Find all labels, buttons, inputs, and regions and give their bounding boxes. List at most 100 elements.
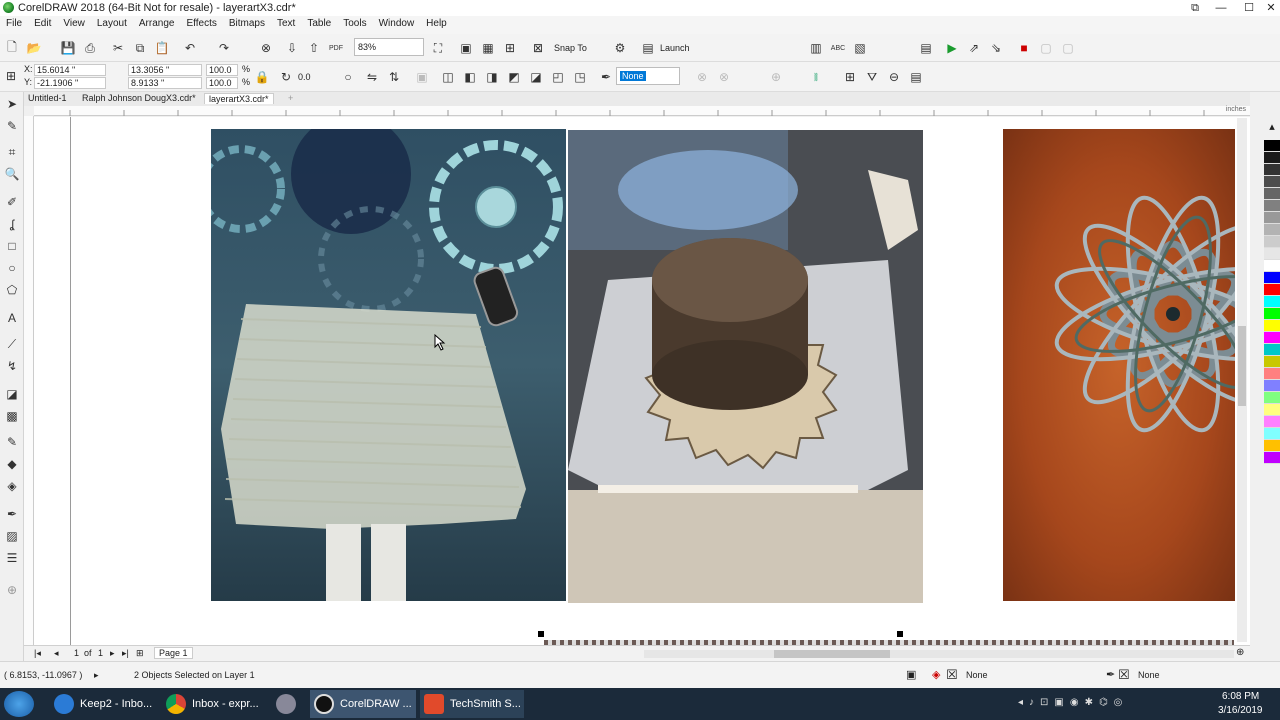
color-swatch[interactable] [1264, 392, 1280, 404]
menu-file[interactable]: File [0, 16, 28, 31]
intersect-icon[interactable]: ◨ [484, 69, 500, 85]
first-page-icon[interactable]: |◂ [34, 648, 41, 659]
color-swatch[interactable] [1264, 272, 1280, 284]
text-tool-icon[interactable]: A [4, 310, 20, 326]
color-swatch[interactable] [1264, 212, 1280, 224]
close-button[interactable]: ✕ [1260, 0, 1280, 16]
snap-to-dropdown[interactable]: Snap To [554, 43, 587, 53]
zoom-level-select[interactable]: 83% [354, 38, 424, 56]
color-swatch[interactable] [1264, 260, 1280, 272]
grid-icon[interactable]: ▦ [480, 40, 496, 56]
color-swatch[interactable] [1264, 440, 1280, 452]
system-tray-icons[interactable]: ◂♪⊡▣◉✱⌬◎ [1018, 697, 1198, 711]
stop-macro-icon[interactable]: ■ [1016, 40, 1032, 56]
color-swatch[interactable] [1264, 224, 1280, 236]
y-position-field[interactable]: -21.1906 " [34, 77, 106, 89]
menu-text[interactable]: Text [271, 16, 301, 31]
simplify-icon[interactable]: ◩ [506, 69, 522, 85]
launch-dropdown[interactable]: Launch [660, 43, 690, 53]
color-swatch[interactable] [1264, 200, 1280, 212]
wrap-text-icon[interactable]: ⧚ [808, 69, 824, 85]
tab-layerartx3[interactable]: layerartX3.cdr* [204, 93, 274, 104]
outline-indicator-icon[interactable]: ✒ [1106, 668, 1115, 681]
photo-finished-layer-art[interactable] [1003, 129, 1235, 601]
vertical-scrollbar[interactable] [1237, 118, 1247, 642]
mirror-vertical-icon[interactable]: ⇅ [386, 69, 402, 85]
selection-handle[interactable] [538, 631, 544, 637]
lock-object-icon[interactable]: ⊖ [886, 69, 902, 85]
export-icon[interactable]: ⇧ [306, 40, 322, 56]
origin-icon[interactable]: ○ [340, 69, 356, 85]
menu-edit[interactable]: Edit [28, 16, 57, 31]
copy-icon[interactable]: ⧉ [132, 40, 148, 56]
print-icon[interactable]: ⎙ [82, 40, 98, 56]
color-swatch[interactable] [1264, 140, 1280, 152]
taskbar-item-app[interactable] [272, 690, 306, 718]
menu-arrange[interactable]: Arrange [133, 16, 181, 31]
color-swatch[interactable] [1264, 380, 1280, 392]
macro-step-icon[interactable]: ⇘ [988, 40, 1004, 56]
undo-icon[interactable]: ↶ [182, 40, 198, 56]
menu-table[interactable]: Table [301, 16, 337, 31]
artistic-media-tool-icon[interactable]: ʆ [4, 216, 20, 232]
smart-fill-icon[interactable]: ◈ [4, 478, 20, 494]
prev-page-icon[interactable]: ◂ [54, 648, 59, 659]
tab-untitled-1[interactable]: Untitled-1 [24, 93, 71, 103]
color-swatch[interactable] [1264, 296, 1280, 308]
weld-icon[interactable]: ◫ [440, 69, 456, 85]
color-swatch[interactable] [1264, 152, 1280, 164]
width-field[interactable]: 13.3056 " [128, 64, 202, 76]
spell-check-icon[interactable]: ABC [830, 40, 846, 56]
object-properties-icon[interactable]: ▤ [908, 69, 924, 85]
color-swatch[interactable] [1264, 248, 1280, 260]
start-button[interactable] [4, 691, 34, 717]
barcode-icon[interactable]: ▥ [808, 40, 824, 56]
outline-width-select[interactable]: None [616, 67, 680, 85]
vertical-ruler[interactable] [24, 116, 34, 648]
color-swatch[interactable] [1264, 284, 1280, 296]
create-boundary-icon[interactable]: ◳ [572, 69, 588, 85]
horizontal-scroll-thumb[interactable] [774, 650, 890, 658]
menu-window[interactable]: Window [373, 16, 421, 31]
palette-swatches[interactable] [1264, 140, 1280, 464]
color-swatch[interactable] [1264, 188, 1280, 200]
color-swatch[interactable] [1264, 344, 1280, 356]
mirror-horizontal-icon[interactable]: ⇋ [364, 69, 380, 85]
ellipse-tool-icon[interactable]: ○ [4, 260, 20, 276]
maximize-button[interactable]: ☐ [1238, 0, 1260, 16]
menu-layout[interactable]: Layout [91, 16, 133, 31]
outline-pen-icon[interactable]: ✒ [598, 69, 614, 85]
color-swatch[interactable] [1264, 236, 1280, 248]
add-page-icon[interactable]: ⊞ [136, 648, 144, 659]
color-swatch[interactable] [1264, 368, 1280, 380]
align-tool-icon[interactable]: ☰ [4, 550, 20, 566]
pick-tool-icon[interactable]: ➤ [4, 96, 20, 112]
polygon-tool-icon[interactable]: ⬠ [4, 282, 20, 298]
outline-pen-tool-icon[interactable]: ✒ [4, 506, 20, 522]
taskbar-item-keep2[interactable]: Keep2 - Inbo... [50, 690, 158, 718]
open-icon[interactable]: 📂 [26, 40, 42, 56]
color-swatch[interactable] [1264, 428, 1280, 440]
snap-icon[interactable]: ⊠ [530, 40, 546, 56]
search-content-icon[interactable]: ⊗ [258, 40, 274, 56]
scale-x-field[interactable]: 100.0 [206, 64, 238, 76]
drop-shadow-tool-icon[interactable]: ◪ [4, 386, 20, 402]
expand-arrow-icon[interactable]: ▸ [94, 670, 99, 681]
paste-icon[interactable]: 📋 [154, 40, 170, 56]
color-swatch[interactable] [1264, 452, 1280, 464]
photo-glue-spread[interactable] [211, 129, 566, 601]
menu-help[interactable]: Help [420, 16, 453, 31]
interactive-fill-icon[interactable]: ◆ [4, 456, 20, 472]
selection-handle-2[interactable] [897, 631, 903, 637]
lock-ratio-icon[interactable]: 🔒 [254, 69, 270, 85]
menu-effects[interactable]: Effects [180, 16, 222, 31]
fill-indicator-icon[interactable]: ◈ [932, 668, 940, 681]
taskbar-item-coreldraw[interactable]: CorelDRAW ... [310, 690, 416, 718]
color-swatch[interactable] [1264, 176, 1280, 188]
front-minus-back-icon[interactable]: ◪ [528, 69, 544, 85]
photo-weight-on-layer[interactable] [568, 130, 923, 603]
horizontal-ruler[interactable]: inches [34, 106, 1250, 116]
zoom-fit-icon[interactable]: ⛶ [430, 40, 446, 56]
record-macro-icon[interactable]: ⇗ [966, 40, 982, 56]
horizontal-scrollbar[interactable] [644, 650, 1234, 658]
